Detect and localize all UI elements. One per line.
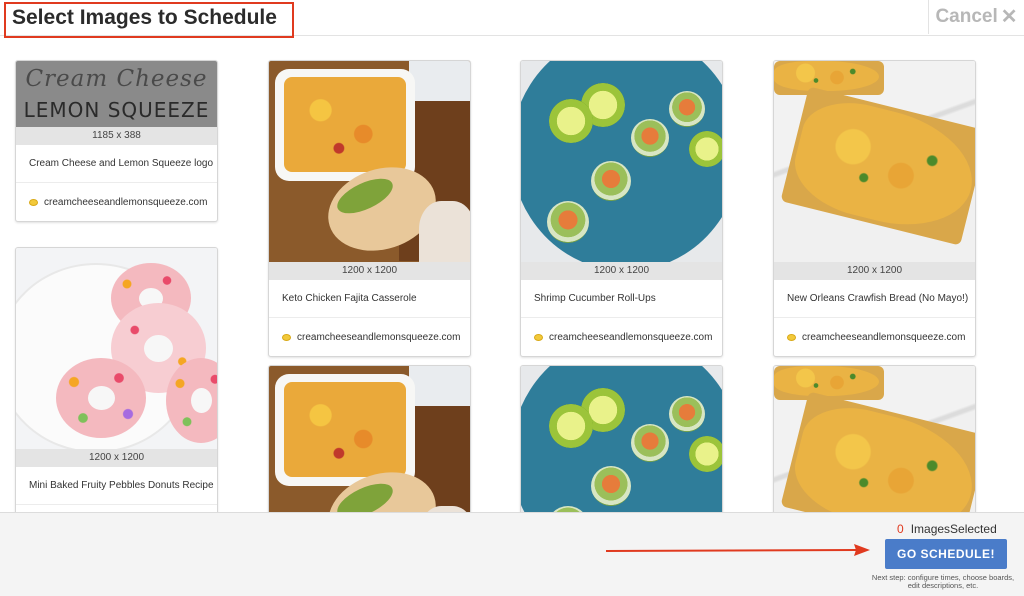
logo-text-line1: Cream Cheese: [25, 66, 208, 92]
lemon-icon: [29, 198, 38, 206]
image-dimensions: 1200 x 1200: [521, 262, 722, 280]
close-icon: ✕: [1000, 6, 1018, 28]
image-dimensions: 1200 x 1200: [269, 262, 470, 280]
logo-image: Cream Cheese LEMON SQUEEZE: [16, 61, 217, 127]
casserole-image: [269, 366, 470, 524]
image-card[interactable]: Cream Cheese LEMON SQUEEZE 1185 x 388 Cr…: [15, 60, 218, 222]
image-card[interactable]: 1200 x 1200 Keto Chicken Fajita Casserol…: [268, 60, 471, 357]
page-title: Select Images to Schedule: [12, 6, 277, 29]
go-schedule-button[interactable]: GO SCHEDULE!: [885, 539, 1007, 569]
shrimp-image: [521, 366, 722, 524]
source-domain: creamcheeseandlemonsqueeze.com: [802, 331, 966, 343]
image-card[interactable]: 1200 x 1200 Mini Baked Fruity Pebbles Do…: [15, 247, 218, 522]
selected-count: 0 ImagesSelected: [897, 522, 997, 536]
casserole-image: [269, 61, 470, 262]
image-dimensions: 1200 x 1200: [774, 262, 975, 280]
image-dimensions: 1200 x 1200: [16, 449, 217, 467]
bread-image: [774, 366, 975, 524]
image-card[interactable]: [773, 365, 976, 525]
image-source: creamcheeseandlemonsqueeze.com: [774, 318, 975, 356]
image-dimensions: 1185 x 388: [16, 127, 217, 145]
selected-count-number: 0: [897, 522, 904, 536]
image-card[interactable]: 1200 x 1200 Shrimp Cucumber Roll-Ups cre…: [520, 60, 723, 357]
lemon-icon: [282, 333, 291, 341]
shrimp-image: [521, 61, 722, 262]
image-title: Shrimp Cucumber Roll-Ups: [521, 280, 722, 318]
cancel-button[interactable]: Cancel ✕: [928, 0, 1024, 34]
lemon-icon: [787, 333, 796, 341]
image-source: creamcheeseandlemonsqueeze.com: [521, 318, 722, 356]
lemon-icon: [534, 333, 543, 341]
source-domain: creamcheeseandlemonsqueeze.com: [549, 331, 713, 343]
bread-image: [774, 61, 975, 262]
donuts-image: [16, 248, 217, 449]
image-card[interactable]: [268, 365, 471, 525]
cancel-label: Cancel: [935, 6, 998, 27]
next-step-hint: Next step: configure times, choose board…: [871, 573, 1015, 590]
source-domain: creamcheeseandlemonsqueeze.com: [44, 196, 208, 208]
image-card[interactable]: [520, 365, 723, 525]
selected-count-label: ImagesSelected: [910, 522, 997, 536]
image-title: Cream Cheese and Lemon Squeeze logo: [16, 145, 217, 183]
image-source: creamcheeseandlemonsqueeze.com: [269, 318, 470, 356]
image-title: New Orleans Crawfish Bread (No Mayo!): [774, 280, 975, 318]
logo-text-line2: LEMON SQUEEZE: [23, 98, 210, 122]
image-title: Mini Baked Fruity Pebbles Donuts Recipe: [16, 467, 217, 505]
source-domain: creamcheeseandlemonsqueeze.com: [297, 331, 461, 343]
image-source: creamcheeseandlemonsqueeze.com: [16, 183, 217, 221]
image-title: Keto Chicken Fajita Casserole: [269, 280, 470, 318]
annotation-arrow-icon: [605, 544, 870, 556]
image-card[interactable]: 1200 x 1200 New Orleans Crawfish Bread (…: [773, 60, 976, 357]
